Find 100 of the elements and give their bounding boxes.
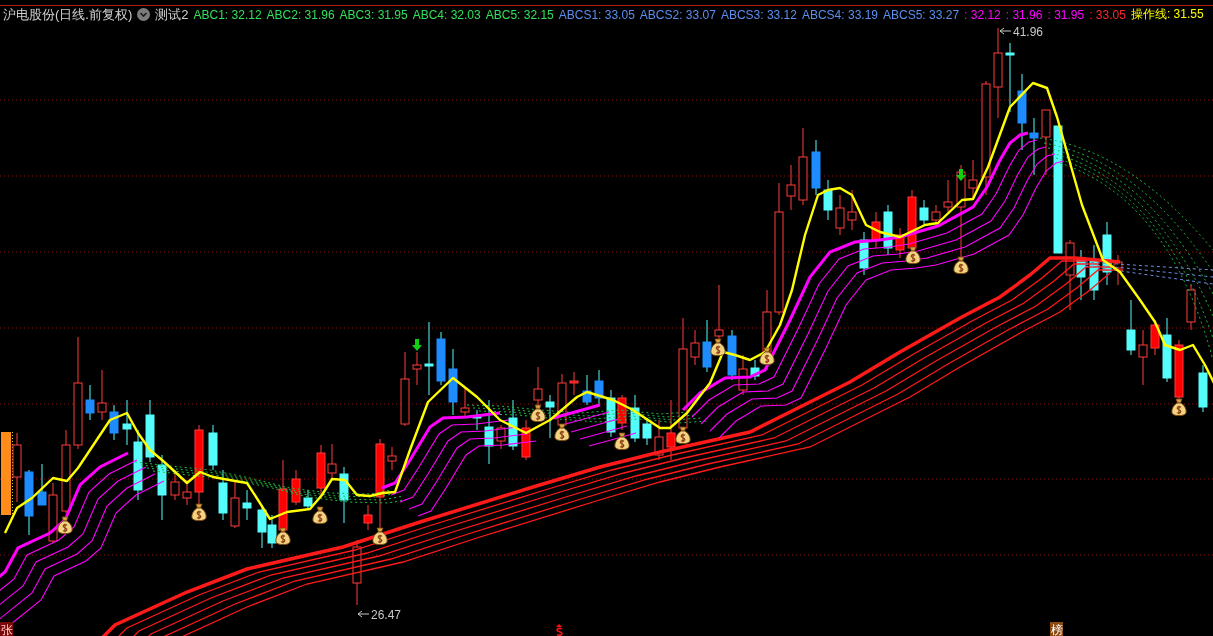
money-bag-icon [675,426,691,445]
candlestick [617,394,627,431]
moving-average-line [588,432,637,447]
candlestick [412,351,422,386]
candlestick [291,469,301,506]
candlestick [508,399,518,451]
candlestick [895,227,905,259]
candlestick [1041,109,1051,176]
high-price-label: 41.96 [1013,25,1044,39]
moving-average-line [570,418,619,433]
indicator-value: ABC3: 31.95 [339,7,408,22]
down-arrow-icon [412,339,422,351]
candlestick [1029,117,1039,176]
moving-average-line [579,425,628,440]
candlestick [545,394,555,439]
candlestick [883,204,893,256]
left-arrow-icon [357,610,370,618]
dividend-marker-icon[interactable] [556,624,563,636]
candlestick [859,231,869,276]
candlestick [569,371,579,396]
candlestick [339,466,349,524]
candlestick [387,446,397,471]
indicator-value: ABCS2: 33.07 [639,7,716,22]
moving-average-line [552,403,601,420]
money-bag-icon [312,506,328,525]
info-marker[interactable]: 榜 [1050,622,1063,636]
left-arrow-icon [999,27,1012,35]
candlestick [1138,329,1148,386]
candlestick [1162,317,1172,383]
candlestick [472,409,482,431]
stock-title: 沪电股份(日线.前复权) [3,5,133,24]
candlestick [1198,364,1208,413]
money-bag-icon [953,256,969,275]
indicator-value: ABCS3: 33.12 [720,7,797,22]
indicator-value: ABC5: 32.15 [485,7,554,22]
candlestick [352,539,362,606]
candlestick [230,479,240,529]
candlestick [1089,244,1099,301]
candlestick [702,319,712,373]
candlestick [931,204,941,226]
indicator-value: : 31.95 [1047,7,1085,22]
candlestick [835,194,845,236]
candlestick [871,211,881,249]
indicator-value: ABCS4: 33.19 [801,7,878,22]
indicator-name: 测试2 [155,5,189,24]
candlestick [943,179,953,213]
indicator-value: ABC4: 32.03 [412,7,481,22]
dropdown-chevron-icon[interactable] [137,8,151,21]
candlestick [582,374,592,406]
candlestick [630,394,640,443]
indicator-value: ABCS5: 33.27 [883,7,960,22]
indicator-value: : 33.05 [1089,7,1126,22]
candlestick [496,424,506,450]
candlestick [85,384,95,421]
money-bag-icon [1171,398,1187,417]
candlestick [448,348,458,416]
candlestick [786,164,796,211]
candlestick [521,419,531,461]
money-bag-icon [614,432,630,451]
indicator-value: ABCS1: 33.05 [558,7,635,22]
indicator-value: : 32.12 [964,7,1001,22]
candlestick [182,479,192,506]
candlestick [363,504,373,531]
candlestick [690,329,700,366]
candlestick [606,389,616,438]
money-bag-icon [530,404,546,423]
candlestick [847,189,857,231]
money-bag-icon [905,246,921,265]
candlestick [919,199,929,226]
candlestick [436,331,446,386]
money-bag-icon [57,516,73,535]
candlestick [594,369,604,406]
candlestick [642,417,652,446]
low-price-label: 26.47 [371,608,402,622]
indicator-value: ABC1: 32.12 [193,7,262,22]
candlestick [242,489,252,521]
candlestick [1174,339,1184,401]
money-bag-icon [759,347,775,366]
candlestick [811,139,821,196]
candlestick [460,387,470,419]
candlestick [208,424,218,471]
money-bag-icon [554,423,570,442]
candlestick [727,329,737,381]
candlestick [145,399,155,463]
candlestick [1186,284,1196,331]
candlestick [738,354,748,396]
candlestick [1126,299,1136,356]
candlestick [24,469,34,536]
candlestick [654,419,664,461]
info-marker[interactable]: 张 [0,622,13,636]
money-bag-icon [372,527,388,546]
candlestick [1076,249,1086,301]
candlestick [823,179,833,221]
candlestick [97,369,107,421]
indicator-value: : 31.96 [1005,7,1043,22]
candlestick [1065,239,1075,311]
indicator-value: 操作线: 31.55 [1130,6,1204,23]
indicator-value: ABC2: 31.96 [266,7,335,22]
candlestick [484,399,494,465]
candlestick [218,469,228,521]
